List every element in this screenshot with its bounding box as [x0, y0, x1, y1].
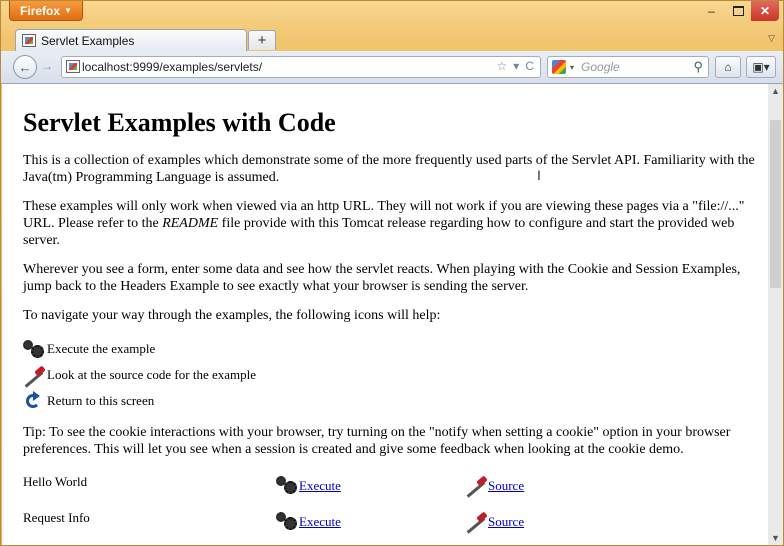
- navigation-toolbar: ← → localhost:9999/examples/servlets/ ☆ …: [1, 51, 783, 84]
- example-name: Hello World: [23, 474, 88, 489]
- maximize-button[interactable]: [725, 1, 752, 21]
- chevron-down-icon[interactable]: ▾: [570, 63, 574, 72]
- gears-icon[interactable]: [276, 476, 298, 494]
- source-cell: Source: [465, 470, 524, 506]
- plus-icon: +: [257, 32, 267, 49]
- pen-icon: [23, 366, 45, 384]
- pen-icon[interactable]: [465, 476, 487, 494]
- scroll-thumb[interactable]: [770, 120, 781, 288]
- address-bar-actions: ☆ ▾ C: [497, 59, 534, 73]
- bookmarks-menu-button[interactable]: ▣▾: [746, 56, 776, 78]
- address-bar[interactable]: localhost:9999/examples/servlets/ ☆ ▾ C: [61, 56, 541, 78]
- readme-label: README: [162, 216, 219, 231]
- table-row: Request Info Execute Source: [23, 506, 524, 542]
- home-icon: ⌂: [724, 60, 732, 74]
- http-note-paragraph: These examples will only work when viewe…: [23, 198, 763, 249]
- chevron-down-icon: ▼: [64, 6, 72, 15]
- return-icon: [23, 391, 45, 411]
- execute-link[interactable]: Execute: [299, 514, 341, 530]
- source-link[interactable]: Source: [488, 478, 524, 494]
- table-row: Hello World Execute Source: [23, 470, 524, 506]
- pen-icon[interactable]: [465, 512, 487, 530]
- firefox-menu-button[interactable]: Firefox ▼: [9, 1, 83, 21]
- source-link-wrap: Source: [465, 512, 524, 530]
- close-button[interactable]: ✕: [751, 1, 779, 21]
- execute-link[interactable]: Execute: [299, 478, 341, 494]
- text-cursor-icon: I: [537, 167, 541, 183]
- vertical-scrollbar[interactable]: ▲ ▼: [768, 84, 783, 545]
- search-placeholder: Google: [581, 60, 620, 74]
- intro-paragraph: This is a collection of examples which d…: [23, 153, 755, 185]
- site-icon: [66, 60, 80, 73]
- page-content: Servlet Examples with Code This is a col…: [2, 84, 768, 545]
- chevron-down-icon[interactable]: ▾: [513, 59, 519, 73]
- source-link-wrap: Source: [465, 476, 524, 494]
- tab-list-icon[interactable]: ▽: [768, 33, 775, 44]
- example-name: Request Info: [23, 510, 90, 525]
- favicon-icon: [22, 34, 36, 47]
- title-bar: Firefox ▼ – ✕: [1, 1, 783, 29]
- search-icon[interactable]: ⚲: [693, 59, 703, 75]
- minimize-button[interactable]: –: [698, 1, 725, 21]
- back-button[interactable]: ←: [13, 55, 37, 79]
- source-link[interactable]: Source: [488, 514, 524, 530]
- maximize-icon: [733, 6, 744, 16]
- execute-cell: Execute: [276, 506, 465, 542]
- firefox-menu-label: Firefox: [20, 3, 61, 18]
- search-input[interactable]: ▾ Google ⚲: [547, 56, 709, 78]
- examples-table: Hello World Execute Source Request Info …: [23, 470, 524, 542]
- scroll-down-icon[interactable]: ▼: [768, 531, 783, 545]
- form-note-paragraph: Wherever you see a form, enter some data…: [23, 262, 741, 294]
- reload-icon[interactable]: C: [525, 59, 534, 73]
- source-cell: Source: [465, 506, 524, 542]
- forward-arrow-icon: →: [41, 59, 53, 73]
- tip-paragraph: Tip: To see the cookie interactions with…: [23, 425, 731, 457]
- gears-icon[interactable]: [276, 512, 298, 530]
- legend-source-label: Look at the source code for the example: [47, 367, 256, 382]
- back-arrow-icon: ←: [18, 59, 32, 75]
- forward-button[interactable]: →: [41, 59, 53, 73]
- legend-return-label: Return to this screen: [47, 393, 155, 408]
- browser-window: Firefox ▼ – ✕ Servlet Examples + ▽ ← → l…: [0, 0, 784, 546]
- legend-source: Look at the source code for the example: [23, 362, 763, 388]
- close-icon: ✕: [759, 4, 771, 18]
- tab-title: Servlet Examples: [41, 33, 135, 48]
- legend-return: Return to this screen: [23, 388, 763, 414]
- legend-execute-label: Execute the example: [47, 341, 156, 356]
- scroll-up-icon[interactable]: ▲: [768, 84, 783, 98]
- gears-icon: [23, 340, 45, 358]
- navigate-paragraph: To navigate your way through the example…: [23, 308, 441, 323]
- legend-execute: Execute the example: [23, 336, 763, 362]
- new-tab-button[interactable]: +: [248, 30, 276, 50]
- tab-bar: Servlet Examples + ▽: [1, 29, 783, 51]
- minimize-icon: –: [708, 4, 715, 18]
- google-logo-icon[interactable]: [552, 60, 566, 74]
- url-text: localhost:9999/examples/servlets/: [82, 60, 263, 74]
- bookmark-star-icon[interactable]: ☆: [497, 59, 508, 73]
- execute-link-wrap: Execute: [276, 512, 465, 530]
- page-body: Servlet Examples with Code This is a col…: [2, 108, 763, 542]
- bookmarks-icon: ▣▾: [752, 60, 770, 74]
- execute-link-wrap: Execute: [276, 476, 465, 494]
- tab-servlet-examples[interactable]: Servlet Examples: [15, 29, 247, 51]
- execute-cell: Execute: [276, 470, 465, 506]
- home-button[interactable]: ⌂: [715, 56, 741, 78]
- page-title: Servlet Examples with Code: [23, 108, 336, 137]
